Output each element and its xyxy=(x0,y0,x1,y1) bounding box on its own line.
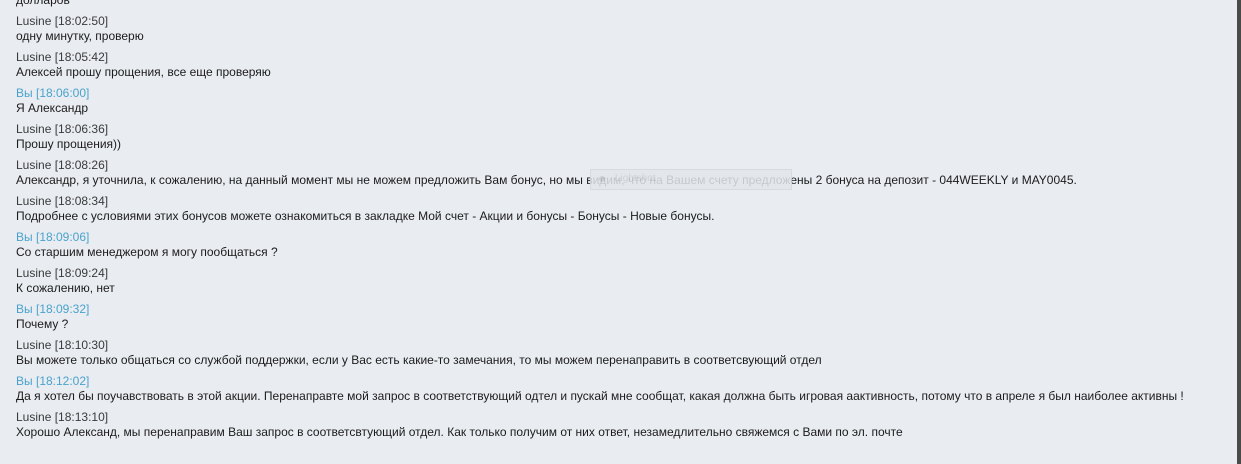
message-time: [18:06:36] xyxy=(54,121,109,136)
message-header: Lusine [18:06:36] xyxy=(16,122,1226,138)
chat-message: Lusine [18:02:50] одну минутку, проверю xyxy=(16,14,1226,45)
message-text: долларов xyxy=(16,0,70,7)
message-text: Я Александр xyxy=(16,101,89,115)
message-time: [18:13:10] xyxy=(54,409,109,424)
message-sender: Вы xyxy=(16,301,33,316)
message-sender: Lusine xyxy=(16,337,52,352)
message-text: Подробнее с условиями этих бонусов может… xyxy=(16,209,715,223)
chat-message: Lusine [18:13:10] Хорошо Александ, мы пер… xyxy=(16,410,1226,441)
message-header: Вы [18:06:00] xyxy=(16,86,1226,102)
lightshot-icon xyxy=(599,176,605,182)
message-header: Lusine [18:09:24] xyxy=(16,266,1226,282)
chat-log: долларов Lusine [18:02:50] одну минутку, п… xyxy=(16,0,1226,446)
message-header: Lusine [18:08:34] xyxy=(16,194,1226,210)
chat-window: долларов Lusine [18:02:50] одну минутку, п… xyxy=(0,0,1238,464)
chat-message: Вы [18:06:00] Я Александр xyxy=(16,86,1226,117)
message-sender: Lusine xyxy=(16,193,52,208)
chat-message: Lusine [18:09:24] К сожалению, нет xyxy=(16,266,1226,297)
message-time: [18:09:06] xyxy=(35,229,90,244)
chat-message: Lusine [18:08:34] Подробнее с условиями э… xyxy=(16,194,1226,225)
message-header: Lusine [18:02:50] xyxy=(16,14,1226,30)
lightshot-overlay: Lightshot xyxy=(590,169,792,190)
message-time: [18:09:32] xyxy=(35,301,90,316)
chat-message: Lusine [18:10:30] Вы можете только общать… xyxy=(16,338,1226,369)
message-sender: Lusine xyxy=(16,409,52,424)
message-time: [18:05:42] xyxy=(54,49,109,64)
message-text: одну минутку, проверю xyxy=(16,29,144,43)
message-sender: Lusine xyxy=(16,265,52,280)
message-header: Lusine [18:10:30] xyxy=(16,338,1226,354)
message-time: [18:12:02] xyxy=(35,373,90,388)
message-text: Почему ? xyxy=(16,317,69,331)
message-time: [18:08:34] xyxy=(54,193,109,208)
message-sender: Вы xyxy=(16,85,33,100)
chat-message: Вы [18:12:02] Да я хотел бы поучавствоват… xyxy=(16,374,1226,405)
message-text: К сожалению, нет xyxy=(16,281,115,295)
message-time: [18:06:00] xyxy=(35,85,90,100)
message-header: Вы [18:09:32] xyxy=(16,302,1226,318)
scrollbar-edge[interactable] xyxy=(1237,0,1241,464)
message-sender: Lusine xyxy=(16,49,52,64)
message-time: [18:10:30] xyxy=(54,337,109,352)
message-time: [18:02:50] xyxy=(54,13,109,28)
message-sender: Вы xyxy=(16,373,33,388)
chat-message: Вы [18:09:32] Почему ? xyxy=(16,302,1226,333)
message-sender: Lusine xyxy=(16,13,52,28)
message-text: Да я хотел бы поучавствовать в этой акци… xyxy=(16,389,1184,403)
chat-message: Lusine [18:05:42] Алексей прошу прощения,… xyxy=(16,50,1226,81)
message-sender: Вы xyxy=(16,229,33,244)
message-sender: Lusine xyxy=(16,157,52,172)
message-header: Вы [18:12:02] xyxy=(16,374,1226,390)
message-header: Lusine [18:13:10] xyxy=(16,410,1226,426)
message-text: Со старшим менеджером я могу пообщаться … xyxy=(16,245,278,259)
lightshot-label: Lightshot xyxy=(615,173,656,184)
message-header: Lusine [18:05:42] xyxy=(16,50,1226,66)
message-time: [18:08:26] xyxy=(54,157,109,172)
message-text: Прошу прощения)) xyxy=(16,137,122,151)
message-text: Вы можете только общаться со службой под… xyxy=(16,353,822,367)
chat-message: Вы [18:09:06] Со старшим менеджером я мог… xyxy=(16,230,1226,261)
message-time: [18:09:24] xyxy=(54,265,109,280)
chat-message: долларов xyxy=(16,0,1226,9)
message-sender: Lusine xyxy=(16,121,52,136)
message-header: Вы [18:09:06] xyxy=(16,230,1226,246)
message-text: Алексей прошу прощения, все еще проверяю xyxy=(16,65,271,79)
message-text: Хорошо Александ, мы перенаправим Ваш зап… xyxy=(16,425,903,439)
chat-message: Lusine [18:06:36] Прошу прощения)) xyxy=(16,122,1226,153)
